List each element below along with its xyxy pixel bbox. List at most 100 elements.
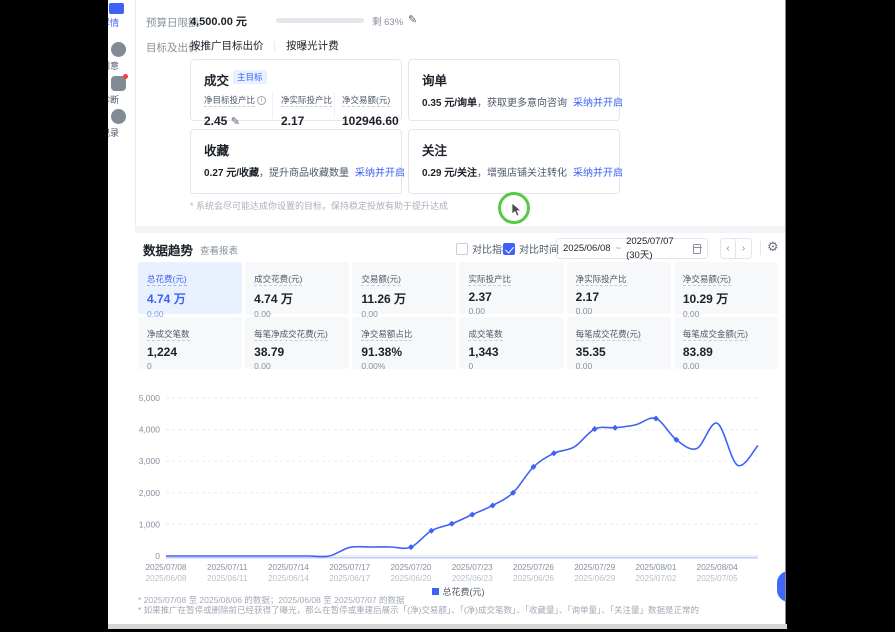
svg-text:2025/07/14: 2025/07/14 [268, 563, 309, 572]
metric-card-deal-spend[interactable]: 成交花费(元) 4.74 万 0.00 [245, 262, 349, 314]
metric-grid: 总花费(元) 4.74 万 0.00 成交花费(元) 4.74 万 0.00 交… [138, 262, 778, 369]
svg-text:2025/06/17: 2025/06/17 [329, 574, 370, 583]
view-report-link[interactable]: 查看报表 [200, 243, 238, 257]
detail-active-icon [109, 3, 124, 14]
metric-card-roi[interactable]: 实际投产比 2.37 0.00 [459, 262, 563, 314]
svg-text:2025/07/05: 2025/07/05 [697, 574, 738, 583]
metric-card-cost-per-order[interactable]: 每笔成交花费(元) 35.35 0.00 [567, 317, 671, 369]
svg-text:2025/06/29: 2025/06/29 [574, 574, 615, 583]
primary-goal-badge: 主目标 [233, 70, 267, 84]
svg-text:2025/07/20: 2025/07/20 [390, 563, 431, 572]
svg-text:2025/06/20: 2025/06/20 [390, 574, 431, 583]
trend-chart-area: 0 1,000 2,000 3,000 4,000 5,000 2025/07/08 2025… [136, 386, 780, 594]
sidebar-divider [135, 0, 136, 232]
svg-text:2,000: 2,000 [139, 488, 161, 498]
budget-progress-bar [276, 18, 364, 23]
window-bottom-edge [108, 624, 787, 629]
trend-chart: 0 1,000 2,000 3,000 4,000 5,000 2025/07/08 2025… [136, 386, 780, 594]
goal-card-follow: 关注 0.29 元/关注，增强店铺关注转化采纳并开启 [408, 129, 620, 194]
adopt-and-enable-link[interactable]: 采纳并开启 [573, 98, 623, 109]
legend-swatch [432, 588, 439, 595]
sidebar-item-label: 创意 [108, 59, 119, 72]
adopt-and-enable-link[interactable]: 采纳并开启 [573, 168, 623, 179]
goal-card-title: 收藏 [204, 140, 229, 159]
header-separator [760, 241, 761, 255]
clock-icon [111, 109, 126, 124]
svg-text:2025/07/29: 2025/07/29 [574, 563, 615, 572]
stat-divider [272, 92, 273, 118]
metric-card-orders[interactable]: 成交笔数 1,343 0 [459, 317, 563, 369]
edit-target-roi-icon[interactable]: ✎ [231, 116, 240, 128]
compare-metric-checkbox[interactable] [456, 243, 468, 255]
metric-card-net-gmv[interactable]: 净交易额(元) 10.29 万 0.00 [674, 262, 778, 314]
svg-text:2025/06/11: 2025/06/11 [207, 574, 248, 583]
metric-card-amount-per-order[interactable]: 每笔成交金额(元) 83.89 0.00 [674, 317, 778, 369]
metric-card-total-spend[interactable]: 总花费(元) 4.74 万 0.00 [138, 262, 242, 314]
svg-text:2025/07/26: 2025/07/26 [513, 563, 554, 572]
date-range-picker[interactable]: 2025/06/08 ~ 2025/07/07 (30天) [556, 238, 708, 259]
goal-note: * 系统会尽可能达成你设置的目标，保持稳定投放有助于提升达成 [190, 199, 448, 212]
svg-text:2025/07/11: 2025/07/11 [207, 563, 248, 572]
adopt-and-enable-link[interactable]: 采纳并开启 [355, 168, 405, 179]
goal-bid-row: 目标及出价: 按推广目标出价 | 按曝光计费 [146, 38, 766, 54]
svg-text:0: 0 [155, 551, 160, 561]
svg-text:3,000: 3,000 [139, 456, 161, 466]
metric-card-net-roi[interactable]: 净实际投产比 2.17 0.00 [567, 262, 671, 314]
budget-value: 4,500.00 元 [190, 13, 247, 29]
stat-net-gmv: 净交易额(元) 102946.60 [342, 90, 399, 128]
edit-budget-icon[interactable]: ✎ [408, 13, 417, 26]
tab-separator: | [273, 40, 276, 52]
sidebar-item-label: 记录 [108, 126, 119, 139]
section-divider [135, 226, 786, 233]
metric-card-gmv[interactable]: 交易额(元) 11.26 万 0.00 [352, 262, 456, 314]
svg-text:2025/07/08: 2025/07/08 [146, 563, 187, 572]
budget-remaining: 剩 63% [372, 14, 403, 28]
stat-net-actual-roi: 净实际投产比 2.17 [281, 90, 332, 128]
sidebar-item-label: 详情 [108, 16, 119, 29]
svg-text:2025/08/04: 2025/08/04 [697, 563, 738, 572]
sidebar-item-label: 诊断 [108, 93, 119, 106]
svg-text:2025/07/23: 2025/07/23 [452, 563, 493, 572]
app-window: 详情 创意 诊断 记录 预算日限额: 4,500.00 元 剩 63% ✎ 目标… [108, 0, 786, 624]
svg-text:2025/07/02: 2025/07/02 [635, 574, 676, 583]
cursor-arrow-icon [511, 202, 523, 217]
gear-icon[interactable]: ⚙ [767, 239, 779, 255]
goal-card-inquiry: 询单 0.35 元/询单，获取更多意向咨询采纳并开启 [408, 59, 620, 121]
svg-text:2025/07/17: 2025/07/17 [329, 563, 370, 572]
goal-card-deal: 成交 主目标 净目标投产比i 2.45 ✎ 净实际投产比 2.17 净交易额(元… [190, 59, 402, 121]
svg-text:2025/06/26: 2025/06/26 [513, 574, 554, 583]
svg-text:2025/06/14: 2025/06/14 [268, 574, 309, 583]
trends-section-title: 数据趋势 [143, 240, 193, 259]
stat-net-target-roi: 净目标投产比i 2.45 ✎ [204, 90, 266, 128]
svg-text:2025/08/01: 2025/08/01 [635, 563, 676, 572]
goal-card-title: 关注 [422, 140, 447, 159]
calendar-icon [693, 244, 701, 254]
svg-text:2025/06/08: 2025/06/08 [146, 574, 187, 583]
legend-label: 总花费(元) [443, 587, 485, 597]
date-start[interactable]: 2025/06/08 [563, 243, 611, 254]
metric-card-net-gmv-ratio[interactable]: 净交易额占比 91.38% 0.00% [352, 317, 456, 369]
stat-divider [334, 92, 335, 118]
metric-card-net-cost-per-order[interactable]: 每笔净成交花费(元) 38.79 0.00 [245, 317, 349, 369]
camera-icon [111, 76, 126, 91]
next-period-button[interactable]: › [736, 238, 752, 259]
compare-time-checkbox[interactable] [503, 243, 515, 255]
prev-period-button[interactable]: ‹ [720, 238, 736, 259]
goal-card-title: 成交 [204, 70, 229, 89]
svg-text:2025/06/23: 2025/06/23 [452, 574, 493, 583]
metric-card-net-orders[interactable]: 净成交笔数 1,224 0 [138, 317, 242, 369]
info-icon[interactable]: i [257, 96, 266, 105]
chart-footnote-2: * 如果推广在暂停或删除前已经获得了曝光，那么在暂停或重建后展示「(净)交易额」… [138, 604, 699, 616]
tab-bid-by-goal[interactable]: 按推广目标出价 [190, 40, 264, 52]
goal-card-favorite: 收藏 0.27 元/收藏，提升商品收藏数量采纳并开启 [190, 129, 402, 194]
daily-budget-row: 预算日限额: 4,500.00 元 剩 63% ✎ [146, 13, 766, 29]
svg-text:5,000: 5,000 [139, 393, 161, 403]
svg-text:4,000: 4,000 [139, 425, 161, 435]
compare-time-toggle[interactable]: 对比时间 [503, 241, 559, 256]
bulb-icon [111, 42, 126, 57]
svg-text:1,000: 1,000 [139, 519, 161, 529]
notification-dot [123, 74, 128, 79]
date-end[interactable]: 2025/07/07 (30天) [626, 236, 687, 261]
tab-bid-by-impression[interactable]: 按曝光计费 [286, 40, 339, 52]
goal-card-title: 询单 [422, 70, 447, 89]
